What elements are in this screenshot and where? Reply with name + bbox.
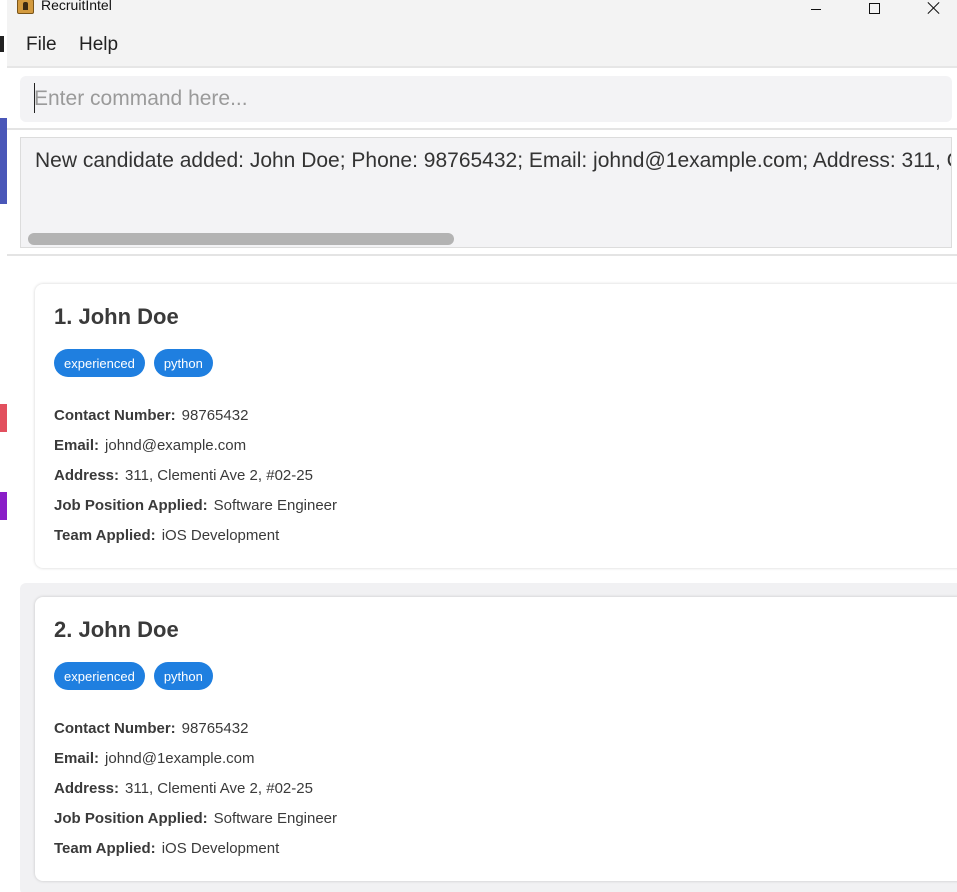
address-value: 311, Clementi Ave 2, #02-25 <box>125 467 313 484</box>
team-label: Team Applied: <box>54 527 156 544</box>
team-label: Team Applied: <box>54 840 156 857</box>
email-label: Email: <box>54 750 100 767</box>
window-title: RecruitIntel <box>41 0 112 13</box>
tag-list: experienced python <box>54 349 213 377</box>
team-field: Team Applied: iOS Development <box>54 527 279 544</box>
background-accent <box>0 118 7 204</box>
job-label: Job Position Applied: <box>54 497 208 514</box>
email-value: johnd@example.com <box>105 437 247 454</box>
result-display: New candidate added: John Doe; Phone: 98… <box>7 130 957 256</box>
menu-help[interactable]: Help <box>79 34 118 56</box>
team-field: Team Applied: iOS Development <box>54 840 279 857</box>
team-value: iOS Development <box>161 527 280 544</box>
candidate-card[interactable]: 2. John Doe experienced python Contact N… <box>35 597 957 881</box>
contact-value: 98765432 <box>181 407 249 424</box>
candidate-card[interactable]: 1. John Doe experienced python Contact N… <box>35 284 957 568</box>
menu-bar: File Help <box>7 16 957 68</box>
address-value: 311, Clementi Ave 2, #02-25 <box>125 780 313 797</box>
tag: experienced <box>54 349 145 377</box>
contact-value: 98765432 <box>181 720 249 737</box>
command-box <box>7 68 957 130</box>
menu-file[interactable]: File <box>26 34 57 56</box>
contact-field: Contact Number: 98765432 <box>54 407 248 424</box>
title-bar[interactable]: RecruitIntel <box>7 0 957 16</box>
close-button[interactable] <box>911 0 957 16</box>
close-icon <box>927 1 941 15</box>
address-label: Address: <box>54 467 120 484</box>
candidate-list[interactable]: 1. John Doe experienced python Contact N… <box>7 256 957 892</box>
contact-label: Contact Number: <box>54 720 176 737</box>
tag: python <box>153 349 213 377</box>
result-message: New candidate added: John Doe; Phone: 98… <box>35 149 951 172</box>
background-glyph <box>0 36 4 52</box>
address-label: Address: <box>54 780 120 797</box>
candidate-name: 2. John Doe <box>54 617 179 642</box>
command-input[interactable] <box>20 76 952 122</box>
tag: experienced <box>54 662 145 690</box>
email-label: Email: <box>54 437 100 454</box>
maximize-button[interactable] <box>851 0 897 16</box>
team-value: iOS Development <box>161 840 280 857</box>
background-accent <box>0 492 7 520</box>
job-value: Software Engineer <box>213 497 338 514</box>
job-field: Job Position Applied: Software Engineer <box>54 810 337 827</box>
job-field: Job Position Applied: Software Engineer <box>54 497 337 514</box>
minimize-button[interactable] <box>793 0 839 16</box>
maximize-icon <box>868 2 880 14</box>
tag: python <box>153 662 213 690</box>
scrollbar-thumb[interactable] <box>28 233 454 245</box>
candidate-name: 1. John Doe <box>54 304 179 329</box>
email-value: johnd@1example.com <box>105 750 255 767</box>
minimize-icon <box>811 8 821 10</box>
list-item-selected[interactable]: 2. John Doe experienced python Contact N… <box>20 583 957 892</box>
background-accent <box>0 404 7 432</box>
contact-field: Contact Number: 98765432 <box>54 720 248 737</box>
address-field: Address: 311, Clementi Ave 2, #02-25 <box>54 467 313 484</box>
email-field: Email: johnd@example.com <box>54 437 246 454</box>
text-caret <box>34 83 35 113</box>
email-field: Email: johnd@1example.com <box>54 750 255 767</box>
tag-list: experienced python <box>54 662 213 690</box>
result-text-area[interactable]: New candidate added: John Doe; Phone: 98… <box>20 137 952 248</box>
app-window: RecruitIntel File Help New candidate add… <box>7 0 957 892</box>
job-label: Job Position Applied: <box>54 810 208 827</box>
address-field: Address: 311, Clementi Ave 2, #02-25 <box>54 780 313 797</box>
app-icon <box>17 0 34 14</box>
list-item[interactable]: 1. John Doe experienced python Contact N… <box>20 270 957 582</box>
horizontal-scrollbar[interactable] <box>22 230 950 246</box>
background-window-edge <box>0 0 7 892</box>
job-value: Software Engineer <box>213 810 338 827</box>
contact-label: Contact Number: <box>54 407 176 424</box>
